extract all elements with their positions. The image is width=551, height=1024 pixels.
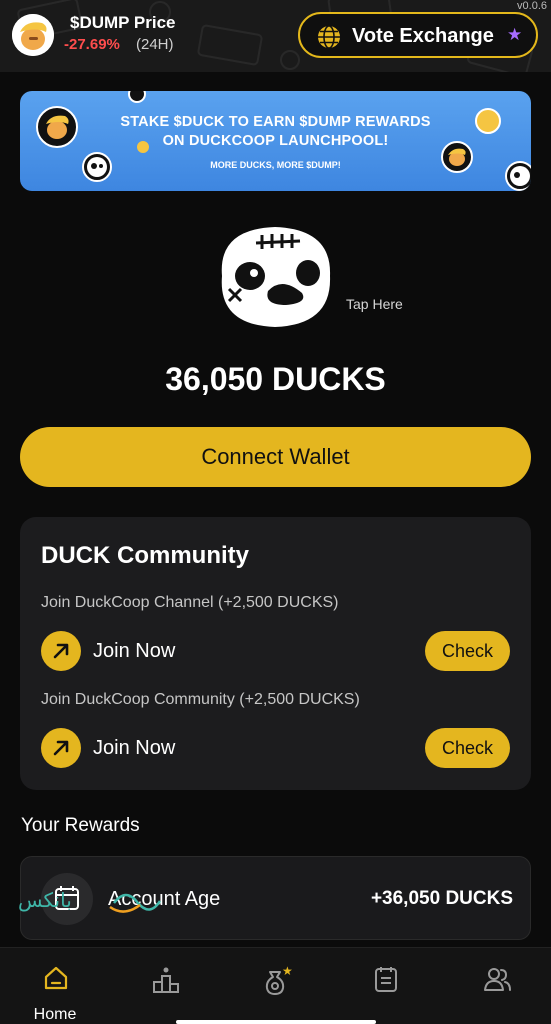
card-title: DUCK Community xyxy=(41,542,249,569)
nav-item-leaderboard[interactable] xyxy=(120,948,210,1024)
arrow-up-right-icon[interactable] xyxy=(41,631,81,671)
connect-wallet-button[interactable]: Connect Wallet xyxy=(20,427,531,487)
price-title: $DUMP Price xyxy=(70,13,176,32)
watermark-text: بانكس xyxy=(18,888,72,912)
arrow-up-right-icon[interactable] xyxy=(41,728,81,768)
join-now-link[interactable]: Join Now xyxy=(93,737,175,760)
home-indicator xyxy=(176,1020,376,1024)
check-button[interactable]: Check xyxy=(425,728,510,768)
nav-item-friends[interactable] xyxy=(450,948,540,1024)
join-now-link[interactable]: Join Now xyxy=(93,640,175,663)
star-icon: ★ xyxy=(507,25,523,44)
money-bag-icon: ★ xyxy=(265,964,293,995)
vote-exchange-label: Vote Exchange xyxy=(352,25,494,47)
tasks-icon xyxy=(375,967,397,992)
top-bar: v0.0.6 $DUMP Price -27.69% (24H) Vote Ex… xyxy=(0,0,551,72)
dump-token-avatar xyxy=(12,14,54,56)
launchpool-banner[interactable]: STAKE $DUCK TO EARN $DUMP REWARDS ON DUC… xyxy=(20,91,531,191)
leaderboard-icon xyxy=(153,967,179,993)
task-label: Join DuckCoop Channel (+2,500 DUCKS) xyxy=(41,594,339,611)
duck-coin-icon xyxy=(128,91,146,103)
rewards-section-title: Your Rewards xyxy=(21,815,140,836)
price-period: (24H) xyxy=(136,36,174,53)
banner-headline-line2: ON DUCKCOOP LAUNCHPOOL! xyxy=(162,133,389,149)
price-change: -27.69% xyxy=(64,36,120,53)
nav-item-staking[interactable]: ★ xyxy=(230,948,320,1024)
reward-value: +36,050 DUCKS xyxy=(370,888,513,909)
friends-icon xyxy=(484,968,511,991)
duck-community-card: DUCK Community Join DuckCoop Channel (+2… xyxy=(20,517,531,790)
home-icon xyxy=(44,966,68,990)
banner-headline-line1: STAKE $DUCK TO EARN $DUMP REWARDS xyxy=(120,114,431,130)
nav-item-home[interactable]: Home xyxy=(10,948,100,1024)
globe-icon xyxy=(318,25,340,49)
ducks-balance: 36,050 DUCKS xyxy=(165,361,386,397)
vote-exchange-button[interactable]: Vote Exchange ★ xyxy=(298,12,538,58)
nav-label: Home xyxy=(33,1006,77,1023)
duck-mascot-tap-button[interactable] xyxy=(212,221,338,331)
check-button[interactable]: Check xyxy=(425,631,510,671)
watermark-logo: بانكس xyxy=(18,888,162,913)
task-label: Join DuckCoop Community (+2,500 DUCKS) xyxy=(41,691,360,708)
star-badge-icon: ★ xyxy=(282,964,293,978)
banner-subtitle: MORE DUCKS, MORE $DUMP! xyxy=(210,160,341,170)
app-version: v0.0.6 xyxy=(517,0,547,12)
nav-item-tasks[interactable] xyxy=(340,948,430,1024)
bottom-navigation: Home ★ xyxy=(0,947,551,1024)
tap-hint: Tap Here xyxy=(346,296,403,312)
